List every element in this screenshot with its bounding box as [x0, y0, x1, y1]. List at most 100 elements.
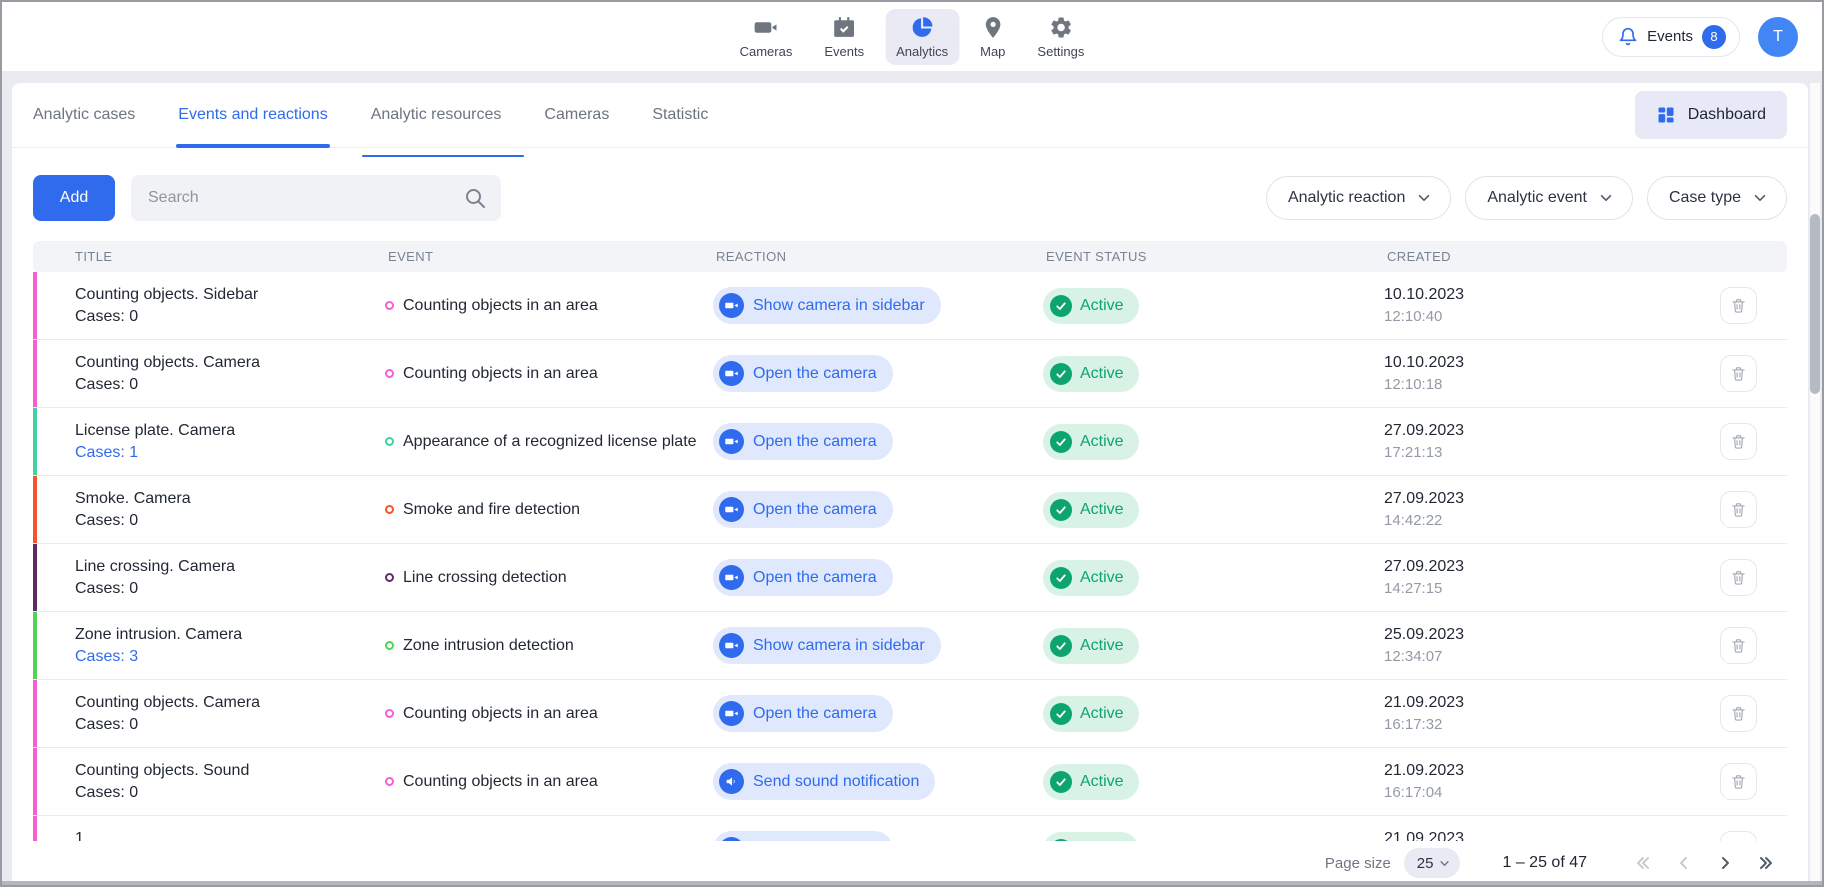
filter-case-type[interactable]: Case type: [1647, 176, 1787, 220]
table-row[interactable]: Smoke. Camera Cases: 0 Smoke and fire de…: [33, 476, 1787, 544]
created-time: 12:34:07: [1384, 646, 1690, 668]
delete-button[interactable]: [1720, 831, 1757, 841]
status-label: Active: [1080, 773, 1124, 791]
table-row[interactable]: Counting objects. Sidebar Cases: 0 Count…: [33, 272, 1787, 340]
column-header-event: EVENT: [385, 249, 713, 264]
reaction-chip[interactable]: Open the camera: [713, 695, 893, 732]
last-page-button[interactable]: [1758, 855, 1774, 871]
reaction-cell: Open the camera: [713, 831, 1043, 841]
filter-label: Analytic reaction: [1288, 189, 1405, 207]
created-cell: 21.09.2023 16:17:04: [1384, 760, 1690, 804]
title-cell: Line crossing. Camera Cases: 0: [33, 556, 385, 600]
trash-icon: [1730, 637, 1747, 654]
first-page-button[interactable]: [1635, 855, 1651, 871]
delete-button[interactable]: [1720, 355, 1757, 392]
double-chevron-left-icon: [1635, 855, 1651, 871]
nav-item-cameras[interactable]: Cameras: [729, 9, 804, 65]
tab-analytic-cases[interactable]: Analytic cases: [33, 84, 135, 146]
row-title: Counting objects. Camera: [75, 692, 385, 714]
table-row[interactable]: Counting objects. Camera Cases: 0 Counti…: [33, 340, 1787, 408]
reaction-chip[interactable]: Open the camera: [713, 355, 893, 392]
table-row[interactable]: Counting objects. Camera Cases: 0 Counti…: [33, 680, 1787, 748]
created-cell: 27.09.2023 14:42:22: [1384, 488, 1690, 532]
reaction-label: Open the camera: [753, 433, 877, 451]
row-accent-bar: [33, 340, 37, 407]
column-header-event-status: EVENT STATUS: [1043, 249, 1384, 264]
table-row[interactable]: Zone intrusion. Camera Cases: 3 Zone int…: [33, 612, 1787, 680]
status-check-icon: [1050, 771, 1072, 793]
nav-item-settings[interactable]: Settings: [1026, 9, 1095, 65]
reaction-chip[interactable]: Open the camera: [713, 423, 893, 460]
search-input[interactable]: [131, 175, 501, 221]
reaction-chip-icon-wrap: [719, 497, 744, 522]
trash-icon: [1730, 501, 1747, 518]
event-type-ring-icon: [385, 437, 394, 446]
delete-button[interactable]: [1720, 423, 1757, 460]
status-badge: Active: [1043, 628, 1139, 664]
main-navigation: Cameras Events Analytics Map Settings: [729, 2, 1096, 71]
vertical-scrollbar-track[interactable]: [1810, 83, 1820, 881]
table-row[interactable]: License plate. Camera Cases: 1 Appearanc…: [33, 408, 1787, 476]
delete-button[interactable]: [1720, 695, 1757, 732]
event-type-ring-icon: [385, 505, 394, 514]
reaction-label: Show camera in sidebar: [753, 297, 925, 315]
status-check-icon: [1050, 635, 1072, 657]
events-notifications-button[interactable]: Events 8: [1602, 17, 1740, 57]
created-date: 21.09.2023: [1384, 692, 1690, 714]
previous-page-button[interactable]: [1676, 855, 1692, 871]
row-title: Line crossing. Camera: [75, 556, 385, 578]
nav-item-events[interactable]: Events: [813, 9, 875, 65]
user-avatar[interactable]: T: [1758, 17, 1798, 57]
page-size-label: Page size: [1325, 855, 1391, 872]
status-label: Active: [1080, 501, 1124, 519]
reaction-cell: Send sound notification: [713, 763, 1043, 800]
next-page-button[interactable]: [1717, 855, 1733, 871]
tab-analytic-resources[interactable]: Analytic resources: [371, 84, 502, 146]
reaction-chip[interactable]: Open the camera: [713, 491, 893, 528]
event-type-ring-icon: [385, 641, 394, 650]
reaction-chip[interactable]: Show camera in sidebar: [713, 627, 941, 664]
nav-item-analytics[interactable]: Analytics: [885, 9, 959, 65]
table-row[interactable]: 1 Cases: 0 Counting objects in an area O…: [33, 816, 1787, 841]
delete-button[interactable]: [1720, 491, 1757, 528]
vertical-scrollbar-thumb[interactable]: [1810, 214, 1820, 394]
title-cell: Counting objects. Sidebar Cases: 0: [33, 284, 385, 328]
reaction-chip[interactable]: Show camera in sidebar: [713, 287, 941, 324]
filter-label: Analytic event: [1487, 189, 1587, 207]
delete-button[interactable]: [1720, 627, 1757, 664]
table-row[interactable]: Counting objects. Sound Cases: 0 Countin…: [33, 748, 1787, 816]
filter-analytic-event[interactable]: Analytic event: [1465, 176, 1633, 220]
tab-statistic[interactable]: Statistic: [652, 84, 708, 146]
table-row[interactable]: Line crossing. Camera Cases: 0 Line cros…: [33, 544, 1787, 612]
actions-cell: [1690, 423, 1787, 460]
event-cell: Zone intrusion detection: [385, 637, 713, 655]
delete-button[interactable]: [1720, 287, 1757, 324]
row-cases: Cases: 3: [75, 646, 385, 668]
delete-button[interactable]: [1720, 559, 1757, 596]
add-button[interactable]: Add: [33, 175, 115, 221]
reaction-chip[interactable]: Open the camera: [713, 831, 893, 841]
status-cell: Active: [1043, 356, 1384, 392]
actions-cell: [1690, 627, 1787, 664]
page-size-select[interactable]: 25: [1404, 848, 1461, 878]
actions-cell: [1690, 559, 1787, 596]
tab-cameras[interactable]: Cameras: [544, 84, 609, 146]
created-time: 14:42:22: [1384, 510, 1690, 532]
status-check-icon: [1050, 499, 1072, 521]
reaction-chip[interactable]: Open the camera: [713, 559, 893, 596]
pagination-bar: Page size 25 1 – 25 of 47: [12, 841, 1808, 885]
delete-button[interactable]: [1720, 763, 1757, 800]
trash-icon: [1730, 297, 1747, 314]
row-cases: Cases: 0: [75, 374, 385, 396]
actions-cell: [1690, 763, 1787, 800]
dashboard-button[interactable]: Dashboard: [1635, 91, 1787, 139]
reaction-chip[interactable]: Send sound notification: [713, 763, 935, 800]
status-label: Active: [1080, 569, 1124, 587]
tab-events-and-reactions[interactable]: Events and reactions: [178, 84, 327, 146]
status-label: Active: [1080, 433, 1124, 451]
filter-analytic-reaction[interactable]: Analytic reaction: [1266, 176, 1451, 220]
status-check-icon: [1050, 703, 1072, 725]
nav-item-map[interactable]: Map: [969, 9, 1016, 65]
status-badge: Active: [1043, 356, 1139, 392]
status-cell: Active: [1043, 764, 1384, 800]
